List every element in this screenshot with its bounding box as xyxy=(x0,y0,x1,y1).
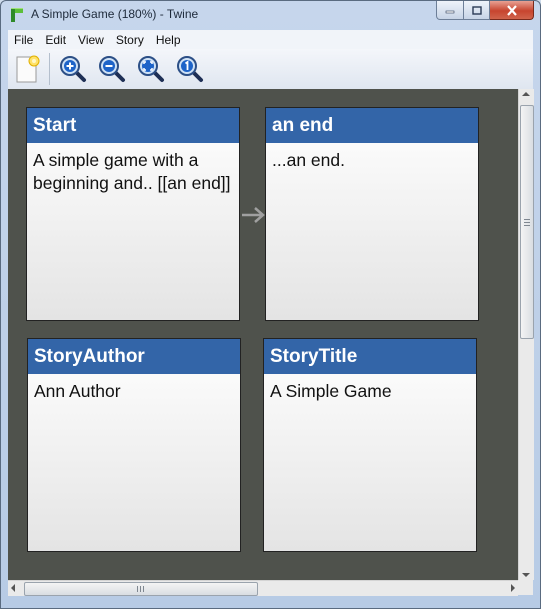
window-title: A Simple Game (180%) - Twine xyxy=(31,7,199,21)
minimize-icon xyxy=(445,10,455,14)
passage-text: Ann Author xyxy=(34,381,121,401)
passage-storytitle[interactable]: StoryTitle A Simple Game xyxy=(263,338,477,552)
menu-bar: File Edit View Story Help xyxy=(8,30,533,49)
menu-help[interactable]: Help xyxy=(150,33,187,47)
minimize-button[interactable] xyxy=(436,1,464,20)
vertical-scrollbar[interactable] xyxy=(518,89,534,580)
toolbar xyxy=(8,49,533,90)
new-passage-icon[interactable] xyxy=(12,54,42,84)
toolbar-separator xyxy=(49,53,50,85)
maximize-button[interactable] xyxy=(464,1,490,20)
vertical-scroll-thumb[interactable] xyxy=(520,105,534,339)
zoom-actual-icon[interactable] xyxy=(175,54,205,84)
twine-app-icon xyxy=(11,8,23,22)
passage-link-arrow xyxy=(242,207,265,223)
zoom-in-icon[interactable] xyxy=(58,54,88,84)
horizontal-scroll-thumb[interactable] xyxy=(24,582,258,596)
passage-title: Start xyxy=(27,108,239,143)
menu-view[interactable]: View xyxy=(72,33,110,47)
scroll-up-icon[interactable] xyxy=(522,92,530,96)
passage-title: an end xyxy=(266,108,478,143)
scroll-left-icon[interactable] xyxy=(11,584,15,592)
passage-title: StoryTitle xyxy=(264,339,476,374)
horizontal-scrollbar[interactable] xyxy=(8,580,518,596)
passage-text: ...an end. xyxy=(272,150,345,170)
close-icon xyxy=(506,4,517,16)
menu-edit[interactable]: Edit xyxy=(39,33,72,47)
passage-text: A Simple Game xyxy=(270,381,392,401)
passage-text: A simple game with a beginning and.. [[a… xyxy=(33,150,231,193)
window-controls xyxy=(436,1,534,21)
passage-storyauthor[interactable]: StoryAuthor Ann Author xyxy=(27,338,241,552)
passage-start[interactable]: Start A simple game with a beginning and… xyxy=(26,107,240,321)
zoom-out-icon[interactable] xyxy=(97,54,127,84)
passage-title: StoryAuthor xyxy=(28,339,240,374)
passage-an-end[interactable]: an end ...an end. xyxy=(265,107,479,321)
maximize-icon xyxy=(471,5,482,15)
zoom-fit-icon[interactable] xyxy=(136,54,166,84)
scrollbar-corner xyxy=(518,580,533,595)
menu-story[interactable]: Story xyxy=(110,33,150,47)
title-bar: A Simple Game (180%) - Twine xyxy=(1,1,540,29)
scroll-right-icon[interactable] xyxy=(511,584,515,592)
menu-file[interactable]: File xyxy=(8,33,39,47)
close-button[interactable] xyxy=(490,1,534,20)
twine-window: A Simple Game (180%) - Twine File Edit V… xyxy=(0,0,541,609)
story-map-canvas[interactable]: Start A simple game with a beginning and… xyxy=(8,89,518,580)
scroll-down-icon[interactable] xyxy=(522,573,530,577)
